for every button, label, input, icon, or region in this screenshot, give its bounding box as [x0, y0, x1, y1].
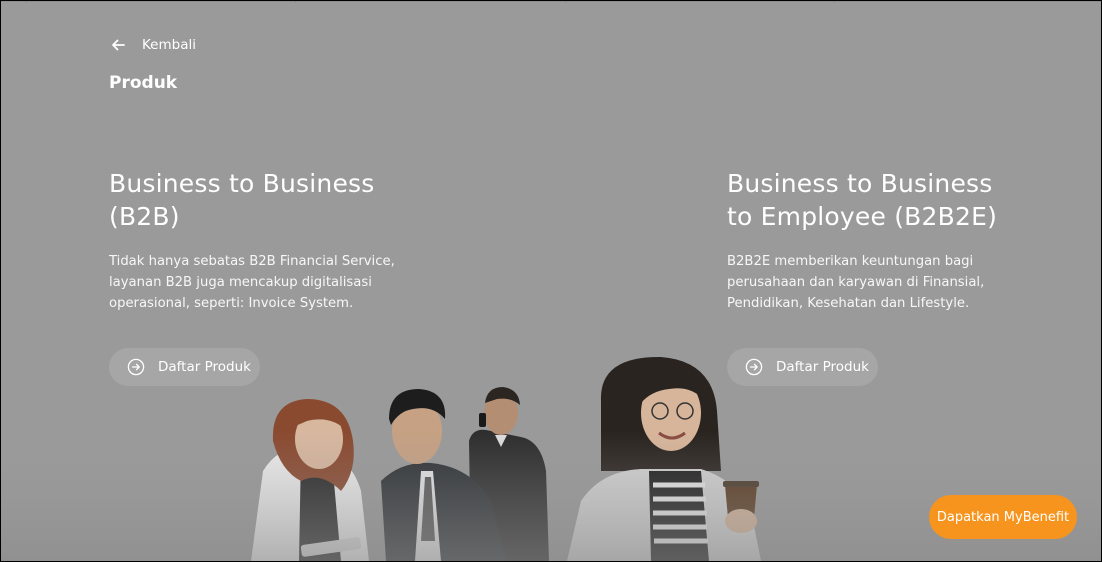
- daftar-produk-b2b2e-button[interactable]: Daftar Produk: [727, 348, 878, 386]
- description-line: Pendidikan, Kesehatan dan Lifestyle.: [727, 296, 970, 311]
- back-label: Kembali: [142, 37, 196, 53]
- product-description: Tidak hanya sebatas B2B Financial Servic…: [109, 251, 409, 314]
- arrow-right-circle-icon: [745, 358, 763, 376]
- man-on-phone-figure: [469, 387, 549, 561]
- description-line: Tidak hanya sebatas B2B Financial Servic…: [109, 254, 395, 269]
- daftar-produk-b2b-button[interactable]: Daftar Produk: [109, 348, 260, 386]
- description-line: layanan B2B juga mencakup digitalisasi: [109, 275, 372, 290]
- product-b2b2e: Business to Business to Employee (B2B2E)…: [727, 167, 1017, 314]
- man-center-figure: [381, 389, 506, 561]
- description-line: operasional, seperti: Invoice System.: [109, 296, 354, 311]
- tab-divider: [834, 1, 835, 2]
- button-label: Daftar Produk: [776, 359, 869, 375]
- back-link[interactable]: Kembali: [109, 36, 196, 54]
- product-description: B2B2E memberikan keuntungan bagi perusah…: [727, 251, 1017, 314]
- top-divider: [1, 1, 1101, 2]
- product-title-line: to Employee (B2B2E): [727, 202, 998, 231]
- arrow-left-icon: [112, 39, 125, 51]
- page-title: Produk: [109, 73, 178, 93]
- product-title: Business to Business to Employee (B2B2E): [727, 167, 1017, 233]
- description-line: perusahaan dan karyawan di Finansial,: [727, 275, 985, 290]
- product-title-line: (B2B): [109, 202, 180, 231]
- arrow-right-circle-icon: [127, 358, 145, 376]
- dapatkan-mybenefit-button[interactable]: Dapatkan MyBenefit: [929, 495, 1077, 539]
- woman-left-figure: [251, 399, 369, 561]
- woman-right-figure: [567, 356, 761, 561]
- description-line: B2B2E memberikan keuntungan bagi: [727, 254, 974, 269]
- product-title-line: Business to Business: [727, 169, 993, 198]
- tab-divider: [26, 1, 27, 2]
- tab-divider: [565, 1, 566, 2]
- button-label: Daftar Produk: [158, 359, 251, 375]
- product-title: Business to Business (B2B): [109, 167, 409, 233]
- page-overlay: Kembali Produk Business to Business (B2B…: [1, 1, 1101, 561]
- product-b2b: Business to Business (B2B) Tidak hanya s…: [109, 167, 409, 314]
- product-title-line: Business to Business: [109, 169, 375, 198]
- tab-divider: [295, 1, 296, 2]
